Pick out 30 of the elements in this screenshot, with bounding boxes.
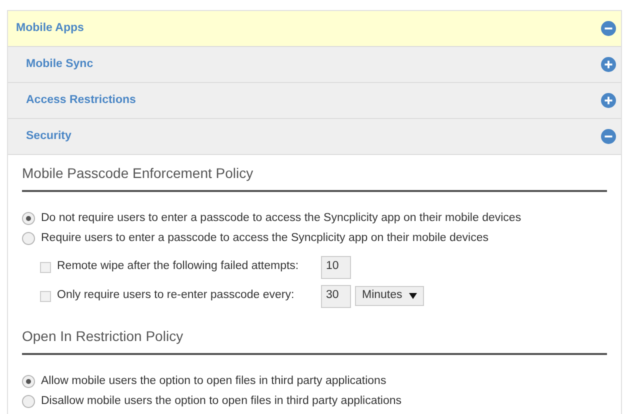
accordion-header[interactable]: Mobile Apps [8, 11, 621, 47]
section-title: Access Restrictions [26, 92, 136, 108]
unit-dropdown[interactable]: Minutes [355, 286, 424, 306]
setting-label: Only require users to re-enter passcode every: [57, 288, 296, 304]
plus-circle-icon[interactable] [601, 93, 616, 108]
number-field[interactable]: 30 [321, 284, 351, 308]
policy-heading: Mobile Passcode Enforcement Policy [22, 163, 607, 192]
radio-button[interactable] [22, 394, 35, 408]
section-title: Mobile Sync [26, 56, 94, 72]
radio-button[interactable] [22, 212, 35, 226]
policy-heading: Open In Restriction Policy [22, 326, 607, 354]
option-label: Do not require users to enter a passcode to access the Syncplicity app on their mobile devices [41, 211, 522, 226]
section-title: Security [26, 128, 72, 144]
number-field[interactable]: 10 [321, 256, 351, 278]
plus-circle-icon[interactable] [601, 57, 616, 72]
minus-circle-icon[interactable] [601, 21, 616, 36]
radio-button[interactable] [22, 232, 35, 246]
minus-circle-icon[interactable] [601, 129, 616, 144]
section-title: Mobile Apps [16, 20, 84, 36]
setting-label: Remote wipe after the following failed attempts: [57, 259, 300, 274]
option-label: Require users to enter a passcode to access the Syncplicity app on their mobile devices [41, 231, 488, 246]
option-label: Allow mobile users the option to open files in third party applications [41, 374, 386, 388]
accordion-header[interactable]: Mobile Sync [8, 47, 621, 83]
checkbox[interactable] [40, 262, 51, 272]
checkbox[interactable] [40, 290, 51, 302]
radio-button[interactable] [22, 374, 35, 388]
accordion-header[interactable]: Access Restrictions [8, 83, 621, 119]
caret-down-icon [409, 293, 417, 299]
accordion-header[interactable]: Security [8, 119, 621, 155]
option-label: Disallow mobile users the option to open files in third party applications [41, 394, 402, 409]
